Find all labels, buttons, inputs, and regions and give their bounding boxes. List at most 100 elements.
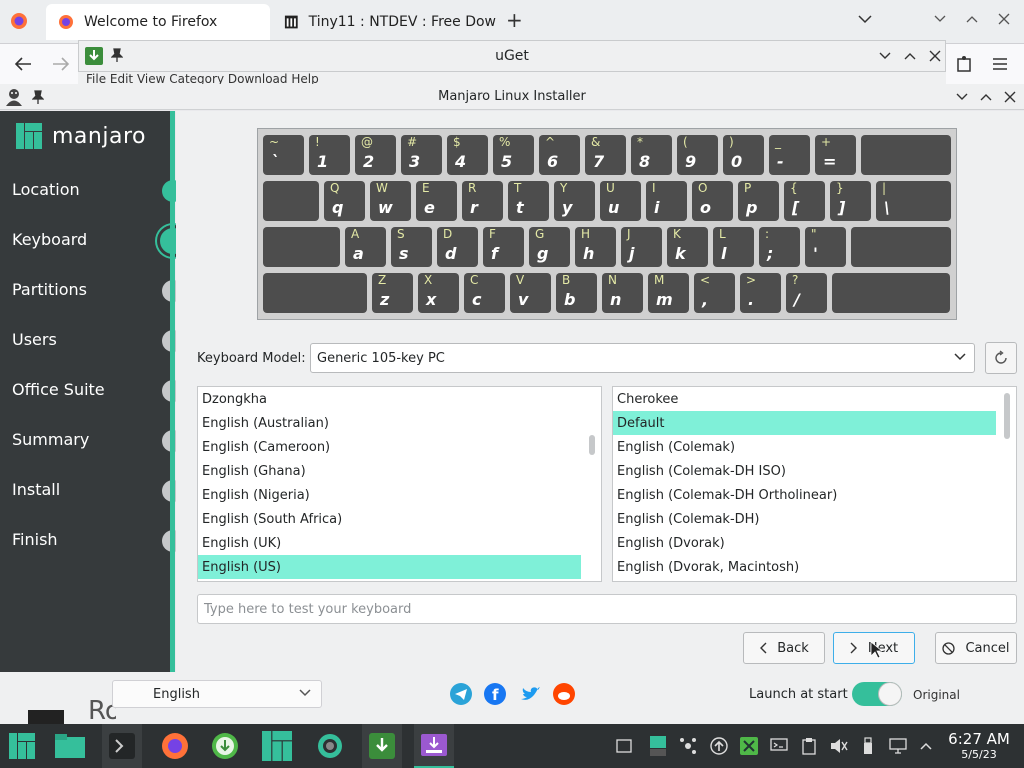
key-shift-legend: { — [790, 181, 798, 195]
manjaro-hello-icon[interactable] — [257, 724, 297, 768]
cancel-label: Cancel — [965, 640, 1010, 656]
variant-list[interactable]: English (Dvorak, Macintosh) English (Dvor… — [612, 386, 1017, 582]
menu-icon[interactable] — [992, 57, 1008, 71]
key-shift-legend: F — [489, 227, 496, 241]
manjaro-hello-window: Ro English f Launch at start Original — [0, 672, 1024, 726]
clock-date[interactable]: 5/5/23 — [944, 748, 1014, 761]
key-shift-legend: Y — [560, 181, 568, 195]
twitter-icon[interactable] — [518, 682, 542, 706]
language-select[interactable]: English — [112, 680, 322, 708]
launch-at-start-label: Launch at start — [749, 687, 848, 702]
list-item[interactable]: Dzongkha — [198, 387, 581, 411]
key-legend: / — [794, 290, 800, 309]
telegram-icon[interactable] — [449, 682, 473, 706]
key-legend: 8 — [639, 152, 651, 171]
reset-keyboard-model-button[interactable] — [985, 342, 1017, 374]
usb-device-icon[interactable] — [858, 736, 878, 756]
list-item[interactable]: English (Colemak-DH) — [613, 507, 996, 531]
list-item[interactable]: English (Colemak-DH ISO) — [613, 459, 996, 483]
tab-welcome-firefox[interactable]: Welcome to Firefox — [46, 4, 270, 40]
keyboard-model-label: Keyboard Model: — [197, 351, 306, 366]
step-label: Users — [12, 330, 57, 349]
firefox-icon[interactable] — [155, 724, 195, 768]
close-icon[interactable] — [998, 13, 1010, 25]
extensions-icon[interactable] — [956, 55, 972, 73]
uget-menubar[interactable]: File Edit View Category Download Help — [78, 72, 946, 84]
tab-list-chevron-icon[interactable] — [858, 14, 872, 24]
forward-arrow-icon[interactable] — [52, 56, 70, 72]
installer-window-icon[interactable] — [414, 724, 454, 768]
list-item[interactable]: English (South Africa) — [198, 507, 581, 531]
reddit-icon[interactable] — [552, 682, 576, 706]
back-button[interactable]: Back — [743, 632, 825, 664]
clipboard-icon[interactable] — [799, 736, 819, 756]
maximize-icon[interactable] — [904, 51, 916, 61]
pin-icon[interactable] — [111, 48, 123, 62]
list-item[interactable]: English (Colemak) — [613, 435, 996, 459]
installer-app-icon — [4, 87, 24, 107]
key-shift-legend: A — [351, 227, 360, 241]
close-icon[interactable] — [1004, 91, 1016, 103]
step-label: Office Suite — [12, 380, 105, 399]
key-shift-legend: P — [744, 181, 752, 195]
list-item[interactable]: Default — [613, 411, 996, 435]
file-manager-icon[interactable] — [50, 724, 90, 768]
list-item[interactable]: English (Cameroon) — [198, 435, 581, 459]
step-label: Partitions — [12, 280, 88, 299]
list-item[interactable]: English (Australian) — [198, 411, 581, 435]
list-item[interactable]: English (Colemak-DH Ortholinear) — [613, 483, 996, 507]
tab-tiny11[interactable]: Tiny11 : NTDEV : Free Dow — [272, 4, 496, 40]
layout-list[interactable]: English (US) English (UK) English (South A… — [197, 386, 602, 582]
tray-expand-chevron-icon[interactable] — [916, 736, 936, 756]
list-item[interactable]: English (Dvorak) — [613, 531, 996, 555]
pager-icon[interactable] — [647, 736, 669, 756]
uget-app-icon — [85, 47, 103, 65]
terminal-icon[interactable] — [102, 724, 142, 768]
uget-download-icon[interactable] — [205, 724, 245, 768]
scrollbar-thumb[interactable] — [589, 435, 595, 455]
list-item[interactable]: English (Ghana) — [198, 459, 581, 483]
kde-connect-icon[interactable] — [678, 736, 698, 756]
launch-at-start-toggle[interactable] — [852, 682, 902, 706]
list-item[interactable]: English (Nigeria) — [198, 483, 581, 507]
uget-tray-icon[interactable] — [739, 736, 759, 756]
sidebar-step-location: Location — [0, 176, 190, 206]
network-icon[interactable] — [888, 736, 908, 756]
uget-window-icon[interactable] — [362, 724, 402, 768]
list-item[interactable]: English (US) — [198, 555, 581, 579]
pin-icon[interactable] — [32, 90, 44, 104]
key-legend: c — [472, 290, 482, 309]
cancel-button[interactable]: Cancel — [935, 632, 1017, 664]
key-shift-legend: ~ — [269, 135, 280, 149]
close-icon[interactable] — [929, 50, 941, 62]
keyboard-model-select[interactable]: Generic 105-key PC — [310, 343, 975, 373]
scrollbar-thumb[interactable] — [1004, 393, 1010, 439]
minimize-icon[interactable] — [934, 14, 946, 24]
key-shift-legend: " — [811, 227, 817, 241]
key-legend: q — [332, 198, 344, 217]
sidebar-step-keyboard: Keyboard — [0, 225, 190, 257]
minimize-icon[interactable] — [956, 92, 968, 102]
list-item[interactable]: English (UK) — [198, 531, 581, 555]
keyboard-test-input[interactable]: Type here to test your keyboard — [197, 594, 1017, 624]
new-tab-button[interactable]: + — [506, 8, 523, 32]
back-arrow-icon[interactable] — [14, 56, 32, 72]
key-legend: - — [777, 152, 784, 171]
volume-muted-icon[interactable] — [829, 736, 849, 756]
firefox-icon[interactable] — [10, 12, 28, 30]
maximize-icon[interactable] — [966, 14, 978, 24]
list-item[interactable]: English (Dvorak, Macintosh) — [613, 555, 996, 579]
minimize-icon[interactable] — [879, 51, 891, 61]
keyboard-key: * 8 — [631, 135, 672, 175]
updates-icon[interactable] — [709, 736, 729, 756]
show-desktop-icon[interactable] — [614, 736, 634, 756]
display-config-icon[interactable] — [769, 736, 789, 756]
application-menu-icon[interactable] — [2, 724, 42, 768]
maximize-icon[interactable] — [980, 92, 992, 102]
key-legend: g — [537, 244, 549, 263]
installer-disc-icon[interactable] — [310, 724, 350, 768]
list-item[interactable]: Cherokee — [613, 387, 996, 411]
facebook-icon[interactable]: f — [483, 682, 507, 706]
key-legend: 9 — [685, 152, 697, 171]
clock-time[interactable]: 6:27 AM — [944, 730, 1014, 748]
